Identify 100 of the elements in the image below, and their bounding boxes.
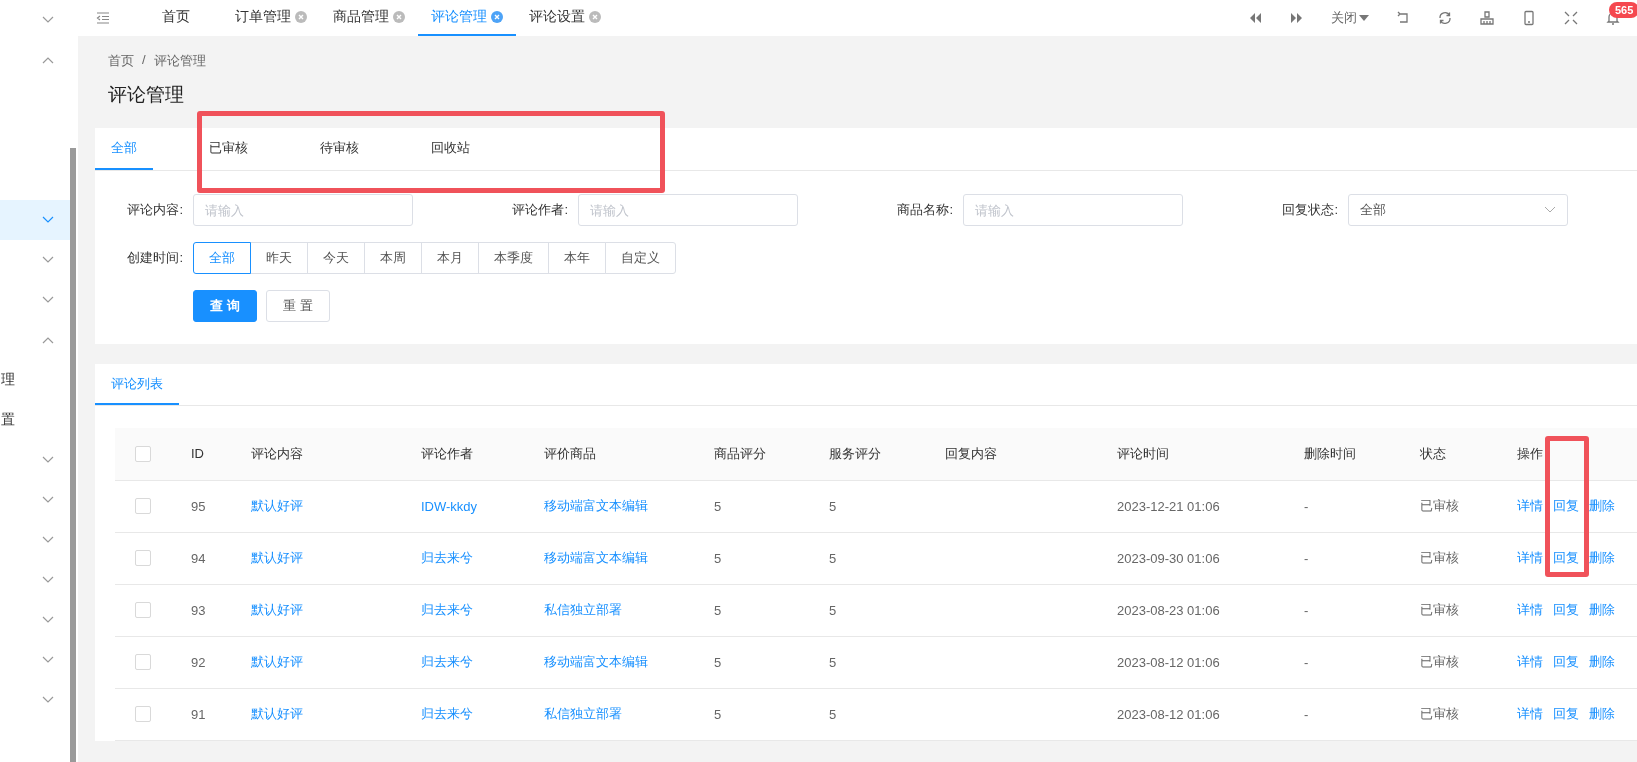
table-cell: 94 <box>175 532 235 584</box>
breadcrumb-item[interactable]: 首页 <box>108 52 134 70</box>
table-cell: 2023-08-23 01:06 <box>1101 584 1288 636</box>
author-link[interactable]: 归去来兮 <box>421 602 473 617</box>
close-icon[interactable] <box>589 11 601 23</box>
scrollbar-thumb[interactable] <box>70 148 76 762</box>
column-header: 评论时间 <box>1101 428 1288 480</box>
breadcrumb-item: 评论管理 <box>153 52 206 70</box>
date-range-button[interactable]: 昨天 <box>250 242 308 274</box>
product-link[interactable]: 移动端富文本编辑 <box>544 654 648 669</box>
author-link[interactable]: 归去来兮 <box>421 550 473 565</box>
menu-fold-icon[interactable] <box>96 12 110 24</box>
chevron-down-icon <box>42 536 54 544</box>
status-tab[interactable]: 待审核 <box>304 128 375 170</box>
refresh-icon[interactable] <box>1437 10 1453 26</box>
comment-link[interactable]: 默认好评 <box>251 654 303 669</box>
date-range-button[interactable]: 自定义 <box>605 242 676 274</box>
action-link[interactable]: 详情 <box>1517 602 1543 617</box>
page-tab[interactable]: 评论设置 <box>516 0 614 36</box>
column-header: 回复内容 <box>929 428 1101 480</box>
table-cell: 已审核 <box>1404 532 1501 584</box>
status-tab[interactable]: 全部 <box>95 128 153 170</box>
field-label: 商品名称: <box>896 201 953 219</box>
action-link[interactable]: 删除 <box>1589 498 1615 513</box>
broom-icon[interactable] <box>1479 10 1495 26</box>
product-link[interactable]: 移动端富文本编辑 <box>544 498 648 513</box>
product-link[interactable]: 私信独立部署 <box>544 602 622 617</box>
table-cell: 5 <box>813 480 929 532</box>
status-tab[interactable]: 回收站 <box>415 128 486 170</box>
page-tab[interactable]: 评论管理 <box>418 0 516 36</box>
product-link[interactable]: 移动端富文本编辑 <box>544 550 648 565</box>
chevron-down-icon <box>42 656 54 664</box>
date-range-button[interactable]: 本月 <box>421 242 479 274</box>
action-link[interactable]: 详情 <box>1517 706 1543 721</box>
date-range-button[interactable]: 本年 <box>548 242 606 274</box>
list-tab[interactable]: 评论列表 <box>95 364 179 405</box>
checkbox[interactable] <box>135 550 151 567</box>
column-header: 评论作者 <box>405 428 528 480</box>
action-link[interactable]: 回复 <box>1553 498 1579 513</box>
action-link[interactable]: 详情 <box>1517 654 1543 669</box>
close-icon[interactable] <box>491 11 503 23</box>
product-link[interactable]: 私信独立部署 <box>544 706 622 721</box>
action-link[interactable]: 删除 <box>1589 654 1615 669</box>
action-link[interactable]: 删除 <box>1589 602 1615 617</box>
page-tab[interactable]: 首页 <box>110 0 222 36</box>
table-cell: 93 <box>175 584 235 636</box>
comment-link[interactable]: 默认好评 <box>251 550 303 565</box>
table-cell: 2023-08-12 01:06 <box>1101 688 1288 740</box>
sidebar-item[interactable]: 置 <box>0 400 70 440</box>
field-label: 评论作者: <box>511 201 568 219</box>
action-link[interactable]: 删除 <box>1589 706 1615 721</box>
sidebar-item[interactable]: 理 <box>0 360 70 400</box>
select-field[interactable]: 全部 <box>1348 194 1568 226</box>
table-cell: 2023-12-21 01:06 <box>1101 480 1288 532</box>
table-cell: 已审核 <box>1404 584 1501 636</box>
phone-icon[interactable] <box>1521 10 1537 26</box>
close-icon[interactable] <box>393 11 405 23</box>
input-field[interactable]: 请输入 <box>578 194 798 226</box>
date-range-button[interactable]: 本周 <box>364 242 422 274</box>
comment-link[interactable]: 默认好评 <box>251 498 303 513</box>
sidebar-item[interactable] <box>0 200 70 240</box>
action-link[interactable]: 回复 <box>1553 602 1579 617</box>
checkbox[interactable] <box>135 654 151 671</box>
page-tab[interactable]: 商品管理 <box>320 0 418 36</box>
date-range-button[interactable]: 全部 <box>193 242 251 274</box>
reset-button[interactable]: 重 置 <box>266 290 330 322</box>
fast-forward-icon[interactable] <box>1289 10 1305 26</box>
close-menu[interactable]: 关闭 <box>1331 9 1369 27</box>
checkbox[interactable] <box>135 498 151 515</box>
close-icon[interactable] <box>295 11 307 23</box>
action-link[interactable]: 回复 <box>1553 654 1579 669</box>
date-range-button[interactable]: 今天 <box>307 242 365 274</box>
status-tab[interactable]: 已审核 <box>193 128 264 170</box>
comment-link[interactable]: 默认好评 <box>251 706 303 721</box>
search-button[interactable]: 查 询 <box>193 290 257 322</box>
field-label: 评论内容: <box>126 201 183 219</box>
action-link[interactable]: 回复 <box>1553 550 1579 565</box>
column-header: 商品评分 <box>698 428 813 480</box>
action-link[interactable]: 详情 <box>1517 498 1543 513</box>
comment-link[interactable]: 默认好评 <box>251 602 303 617</box>
date-range-button[interactable]: 本季度 <box>478 242 549 274</box>
undo-icon[interactable] <box>1395 10 1411 26</box>
author-link[interactable]: 归去来兮 <box>421 706 473 721</box>
author-link[interactable]: 归去来兮 <box>421 654 473 669</box>
table-cell: 5 <box>698 532 813 584</box>
chevron-up-icon <box>42 56 54 64</box>
fullscreen-icon[interactable] <box>1563 10 1579 26</box>
action-link[interactable]: 回复 <box>1553 706 1579 721</box>
notification-badge: 565 <box>1609 2 1637 18</box>
table-cell: 5 <box>698 688 813 740</box>
action-link[interactable]: 详情 <box>1517 550 1543 565</box>
page-tab[interactable]: 订单管理 <box>222 0 320 36</box>
action-link[interactable]: 删除 <box>1589 550 1615 565</box>
checkbox[interactable] <box>135 602 151 619</box>
checkbox[interactable] <box>135 446 151 463</box>
checkbox[interactable] <box>135 706 151 723</box>
input-field[interactable]: 请输入 <box>193 194 413 226</box>
caret-down-icon <box>1359 15 1369 21</box>
author-link[interactable]: IDW-kkdy <box>421 498 478 514</box>
input-field[interactable]: 请输入 <box>963 194 1183 226</box>
